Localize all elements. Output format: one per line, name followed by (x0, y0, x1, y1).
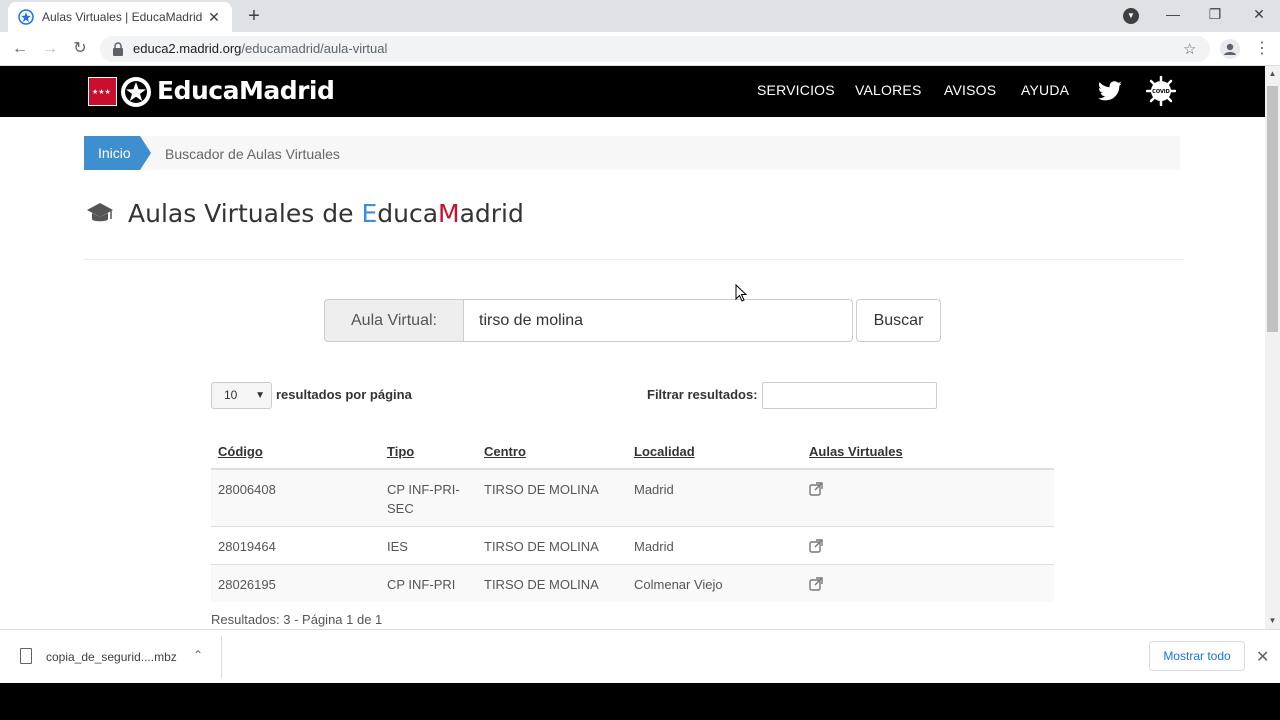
reload-icon[interactable]: ↻ (69, 38, 91, 60)
cell-tipo: IES (380, 526, 477, 565)
scrollbar-thumb[interactable] (1267, 86, 1278, 332)
url-path: /educamadrid/aula-virtual (241, 41, 388, 56)
divider (84, 259, 1184, 260)
cell-centro: TIRSO DE MOLINA (477, 564, 627, 602)
breadcrumb-current: Buscador de Aulas Virtuales (165, 146, 340, 162)
title-adrid: adrid (459, 199, 524, 228)
chevron-down-icon: ▼ (255, 390, 265, 401)
table-row: 28006408 CP INF-PRI-SEC TIRSO DE MOLINA … (211, 468, 1054, 527)
cell-localidad: Colmenar Viejo (627, 564, 802, 602)
external-link-icon[interactable] (809, 577, 823, 591)
educamadrid-favicon-icon (18, 9, 34, 25)
external-link-icon[interactable] (809, 482, 823, 496)
menu-dots-icon[interactable]: ⋮ (1254, 39, 1270, 59)
file-icon (20, 648, 32, 664)
nav-ayuda[interactable]: AYUDA (1021, 82, 1069, 98)
web-page: ★★★ EducaMadrid SERVICIOS VALORES AVISOS… (0, 66, 1265, 629)
browser-toolbar: ← → ↻ educa2.madrid.org/educamadrid/aula… (0, 32, 1280, 66)
browser-window: Aulas Virtuales | EducaMadrid ✕ + ▼ — ❐ … (0, 0, 1280, 683)
breadcrumb-home[interactable]: Inicio (84, 136, 140, 170)
results-table: Código Tipo Centro Localidad Aulas Virtu… (211, 434, 1054, 602)
back-arrow-icon[interactable]: ← (9, 38, 31, 60)
url-host: educa2.madrid.org (133, 41, 242, 56)
col-aulas-virtuales[interactable]: Aulas Virtuales (802, 434, 1054, 470)
search-label: Aula Virtual: (324, 299, 464, 342)
download-bar: copia_de_segurid....mbz ⌃ Mostrar todo ✕ (0, 629, 1280, 683)
external-link-icon[interactable] (809, 539, 823, 553)
show-all-button[interactable]: Mostrar todo (1149, 641, 1245, 671)
filter-label: Filtrar resultados: (647, 387, 758, 402)
per-page-label: resultados por página (276, 387, 412, 402)
cell-localidad: Madrid (627, 468, 802, 527)
nav-avisos[interactable]: AVISOS (944, 82, 996, 98)
minimize-button[interactable]: — (1158, 4, 1188, 24)
col-tipo[interactable]: Tipo (380, 434, 477, 470)
col-codigo[interactable]: Código (211, 434, 380, 470)
cell-codigo: 28006408 (211, 468, 380, 527)
tab-strip: Aulas Virtuales | EducaMadrid ✕ + ▼ — ❐ … (0, 0, 1280, 32)
mouse-cursor-icon (735, 284, 747, 302)
cell-tipo: CP INF-PRI-SEC (380, 468, 477, 527)
search-input[interactable] (463, 299, 853, 342)
cell-tipo: CP INF-PRI (380, 564, 477, 602)
breadcrumb-arrow (140, 136, 151, 170)
account-icon[interactable] (1220, 39, 1240, 59)
cell-aula-link (802, 526, 1054, 565)
lock-icon (113, 42, 123, 56)
site-logo-text[interactable]: EducaMadrid (157, 76, 335, 105)
per-page-select[interactable]: 10 ▼ (211, 382, 272, 409)
educamadrid-star-logo[interactable] (121, 77, 151, 107)
new-tab-button[interactable]: + (244, 6, 264, 26)
chevron-up-icon[interactable]: ⌃ (193, 648, 203, 662)
cell-aula-link (802, 564, 1054, 602)
covid-virus-icon[interactable]: COVID (1146, 76, 1176, 106)
browser-tab[interactable]: Aulas Virtuales | EducaMadrid ✕ (8, 2, 232, 32)
title-prefix: Aulas Virtuales de (128, 199, 362, 228)
cell-localidad: Madrid (627, 526, 802, 565)
col-localidad[interactable]: Localidad (627, 434, 802, 470)
cell-aula-link (802, 468, 1054, 527)
page-title: Aulas Virtuales de EducaMadrid (128, 199, 524, 228)
cell-centro: TIRSO DE MOLINA (477, 526, 627, 565)
madrid-flag-logo[interactable]: ★★★ (88, 77, 117, 106)
tab-title: Aulas Virtuales | EducaMadrid (42, 10, 203, 24)
title-e: E (361, 199, 378, 228)
covid-label: COVID (1152, 89, 1170, 95)
results-summary: Resultados: 3 - Página 1 de 1 (211, 612, 383, 627)
close-window-button[interactable]: ✕ (1244, 4, 1274, 24)
tab-search-icon[interactable]: ▼ (1123, 8, 1139, 24)
col-centro[interactable]: Centro (477, 434, 627, 470)
download-file-name[interactable]: copia_de_segurid....mbz (46, 650, 177, 664)
scroll-down-icon[interactable]: ▼ (1265, 613, 1280, 628)
restore-button[interactable]: ❐ (1200, 4, 1230, 24)
url-text[interactable]: educa2.madrid.org/educamadrid/aula-virtu… (133, 41, 387, 56)
nav-valores[interactable]: VALORES (855, 82, 922, 98)
filter-input[interactable] (762, 382, 937, 409)
table-row: 28019464 IES TIRSO DE MOLINA Madrid (211, 526, 1054, 565)
cell-centro: TIRSO DE MOLINA (477, 468, 627, 527)
cell-codigo: 28026195 (211, 564, 380, 602)
table-header-row: Código Tipo Centro Localidad Aulas Virtu… (211, 434, 1054, 470)
search-button[interactable]: Buscar (856, 299, 941, 342)
forward-arrow-icon[interactable]: → (39, 38, 61, 60)
close-download-bar-icon[interactable]: ✕ (1256, 647, 1269, 667)
twitter-icon[interactable] (1097, 78, 1123, 104)
tab-close-icon[interactable]: ✕ (206, 9, 222, 26)
per-page-value: 10 (224, 388, 238, 402)
title-m: M (438, 199, 460, 228)
scroll-up-icon[interactable]: ▲ (1265, 66, 1280, 81)
graduation-cap-icon (87, 203, 113, 222)
title-duca: duca (377, 199, 439, 228)
table-row: 28026195 CP INF-PRI TIRSO DE MOLINA Colm… (211, 564, 1054, 602)
bookmark-star-icon[interactable]: ☆ (1183, 40, 1196, 58)
site-header: ★★★ EducaMadrid SERVICIOS VALORES AVISOS… (0, 66, 1265, 117)
nav-servicios[interactable]: SERVICIOS (757, 82, 835, 98)
download-separator (221, 636, 222, 678)
cell-codigo: 28019464 (211, 526, 380, 565)
breadcrumb: Inicio Buscador de Aulas Virtuales (84, 136, 1180, 170)
